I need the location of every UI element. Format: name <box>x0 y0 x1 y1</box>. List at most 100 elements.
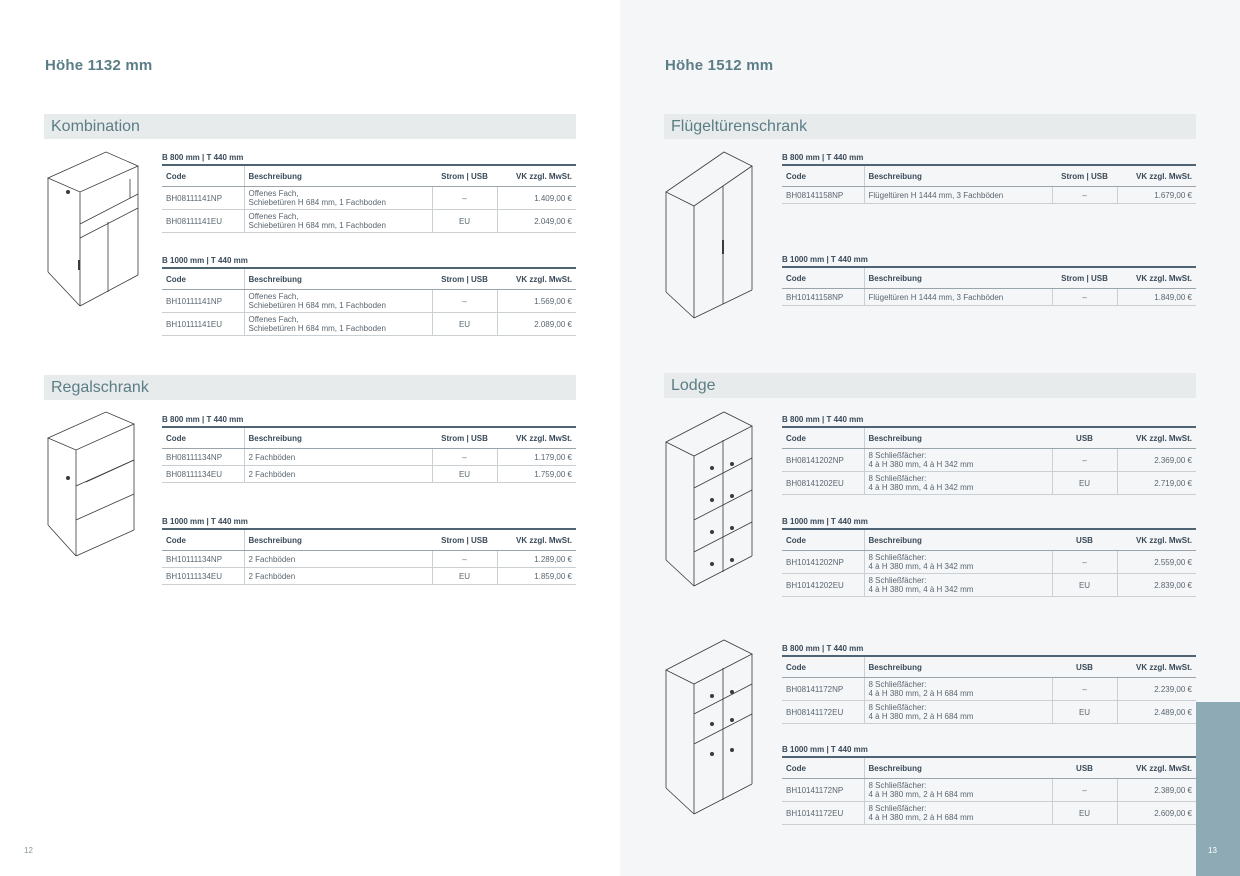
desc-line: Offenes Fach, <box>248 212 299 221</box>
cell-option: EU <box>432 567 498 585</box>
cell-code: BH10141158NP <box>782 288 865 306</box>
header-price: VK zzgl. MwSt. <box>1117 656 1196 678</box>
header-desc: Beschreibung <box>864 165 1052 187</box>
desc-line: Offenes Fach, <box>248 292 299 301</box>
table-row: BH08111134EU 2 Fachböden EU 1.759,00 € <box>162 465 576 483</box>
desc-line: 8 Schließfächer: <box>868 576 927 585</box>
header-code: Code <box>782 529 865 551</box>
header-price: VK zzgl. MwSt. <box>497 165 576 187</box>
cell-code: BH08111134EU <box>162 465 245 483</box>
desc-line: 4 à H 380 mm, 4 à H 342 mm <box>868 585 974 594</box>
cell-price: 1.679,00 € <box>1117 186 1196 204</box>
table-row: BH08141172EU 8 Schließfächer: 4 à H 380 m… <box>782 700 1196 724</box>
table-row: BH08141158NP Flügeltüren H 1444 mm, 3 Fa… <box>782 186 1196 204</box>
dimension-label: B 800 mm | T 440 mm <box>782 644 864 653</box>
cell-price: 2.389,00 € <box>1117 778 1196 802</box>
price-table: Code Beschreibung USB VK zzgl. MwSt. BH1… <box>782 756 1196 825</box>
header-price: VK zzgl. MwSt. <box>497 427 576 449</box>
header-code: Code <box>782 427 865 449</box>
cell-code: BH10111134EU <box>162 567 245 585</box>
left-height-title: Höhe 1132 mm <box>45 57 153 74</box>
cell-price: 2.609,00 € <box>1117 801 1196 825</box>
desc-line: 4 à H 380 mm, 4 à H 342 mm <box>868 562 974 571</box>
cell-code: BH10141202EU <box>782 573 865 597</box>
header-desc: Beschreibung <box>244 165 432 187</box>
desc-line: 4 à H 380 mm, 2 à H 684 mm <box>868 712 974 721</box>
header-code: Code <box>162 165 245 187</box>
cell-price: 2.839,00 € <box>1117 573 1196 597</box>
header-code: Code <box>162 268 245 290</box>
desc-line: Offenes Fach, <box>248 189 299 198</box>
header-strom-usb: Strom | USB <box>1052 165 1117 187</box>
cell-option: – <box>1052 550 1118 574</box>
price-table: Code Beschreibung Strom | USB VK zzgl. M… <box>782 266 1196 306</box>
desc-line: 8 Schließfächer: <box>868 680 927 689</box>
price-table: Code Beschreibung USB VK zzgl. MwSt. BH1… <box>782 528 1196 597</box>
cell-code: BH08141172EU <box>782 700 865 724</box>
header-desc: Beschreibung <box>864 427 1052 449</box>
table-row: BH10111134NP 2 Fachböden – 1.289,00 € <box>162 550 576 568</box>
cell-option: – <box>432 448 498 466</box>
price-table: Code Beschreibung Strom | USB VK zzgl. M… <box>782 164 1196 204</box>
desc-line: Schiebetüren H 684 mm, 1 Fachboden <box>248 198 386 207</box>
cell-desc: 8 Schließfächer: 4 à H 380 mm, 4 à H 342 … <box>864 550 1053 574</box>
cell-option: EU <box>432 312 498 336</box>
price-table: Code Beschreibung Strom | USB VK zzgl. M… <box>162 426 576 483</box>
cell-desc: 2 Fachböden <box>244 465 433 483</box>
header-usb: USB <box>1052 529 1117 551</box>
table-block: B 1000 mm | T 440 mm Code Beschreibung S… <box>162 516 576 585</box>
header-code: Code <box>782 656 865 678</box>
table-row: BH08111141NP Offenes Fach, Schiebetüren H… <box>162 186 576 210</box>
table-block: B 800 mm | T 440 mm Code Beschreibung US… <box>782 643 1196 724</box>
header-price: VK zzgl. MwSt. <box>1117 529 1196 551</box>
cell-desc: Offenes Fach, Schiebetüren H 684 mm, 1 Fa… <box>244 312 433 336</box>
cell-option: – <box>1052 677 1118 701</box>
chapter-tab <box>1196 702 1240 876</box>
cell-option: EU <box>1052 700 1118 724</box>
desc-line: 8 Schließfächer: <box>868 781 927 790</box>
cell-option: EU <box>1052 471 1118 495</box>
cell-option: – <box>1052 288 1118 306</box>
header-code: Code <box>782 165 865 187</box>
lodge-172-illustration <box>665 639 753 815</box>
table-row: BH10111134EU 2 Fachböden EU 1.859,00 € <box>162 567 576 585</box>
cell-option: – <box>432 186 498 210</box>
header-strom-usb: Strom | USB <box>432 268 497 290</box>
header-code: Code <box>782 267 865 289</box>
header-usb: USB <box>1052 427 1117 449</box>
desc-line: Schiebetüren H 684 mm, 1 Fachboden <box>248 301 386 310</box>
regalschrank-illustration <box>47 411 135 557</box>
cell-price: 2.049,00 € <box>497 209 576 233</box>
header-desc: Beschreibung <box>864 267 1052 289</box>
desc-line: 8 Schließfächer: <box>868 703 927 712</box>
header-desc: Beschreibung <box>864 656 1052 678</box>
header-price: VK zzgl. MwSt. <box>1117 757 1196 779</box>
cell-option: – <box>1052 778 1118 802</box>
header-desc: Beschreibung <box>244 529 432 551</box>
dimension-label: B 1000 mm | T 440 mm <box>162 256 248 265</box>
cell-desc: Offenes Fach, Schiebetüren H 684 mm, 1 Fa… <box>244 186 433 210</box>
cell-desc: Offenes Fach, Schiebetüren H 684 mm, 1 Fa… <box>244 289 433 313</box>
desc-line: 4 à H 380 mm, 4 à H 342 mm <box>868 460 974 469</box>
section-kombination: Kombination <box>44 114 576 139</box>
header-price: VK zzgl. MwSt. <box>1117 267 1196 289</box>
cell-desc: Offenes Fach, Schiebetüren H 684 mm, 1 Fa… <box>244 209 433 233</box>
cell-desc: Flügeltüren H 1444 mm, 3 Fachböden <box>864 288 1053 306</box>
cell-code: BH08141202EU <box>782 471 865 495</box>
section-lodge: Lodge <box>664 373 1196 398</box>
cell-price: 1.849,00 € <box>1117 288 1196 306</box>
page-number-right: 13 <box>1208 846 1217 855</box>
cell-desc: 8 Schließfächer: 4 à H 380 mm, 4 à H 342 … <box>864 471 1053 495</box>
page-number-left: 12 <box>24 846 33 855</box>
cell-option: EU <box>432 209 498 233</box>
cell-desc: 8 Schließfächer: 4 à H 380 mm, 2 à H 684 … <box>864 778 1053 802</box>
header-strom-usb: Strom | USB <box>432 165 497 187</box>
price-table: Code Beschreibung Strom | USB VK zzgl. M… <box>162 528 576 585</box>
cell-desc: 8 Schließfächer: 4 à H 380 mm, 2 à H 684 … <box>864 677 1053 701</box>
cell-desc: 2 Fachböden <box>244 448 433 466</box>
section-fluegeltuerenschrank: Flügeltürenschrank <box>664 114 1196 139</box>
cell-price: 1.289,00 € <box>497 550 576 568</box>
cell-option: EU <box>1052 801 1118 825</box>
price-table: Code Beschreibung USB VK zzgl. MwSt. BH0… <box>782 426 1196 495</box>
cell-price: 1.409,00 € <box>497 186 576 210</box>
